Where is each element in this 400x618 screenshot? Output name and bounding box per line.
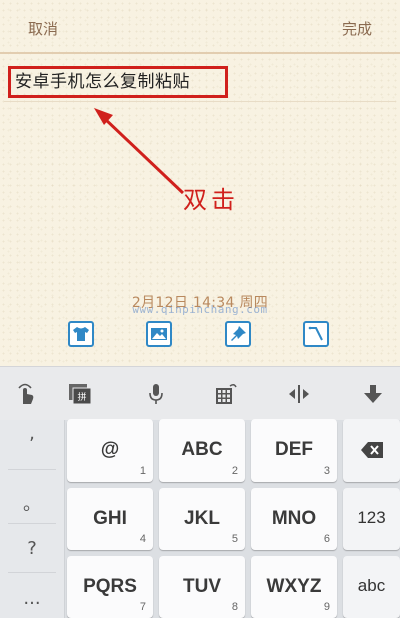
svg-text:拼: 拼 — [77, 391, 86, 403]
pushpin-icon — [231, 326, 246, 341]
numbers-key[interactable]: 123 — [343, 488, 400, 550]
punct-divider — [8, 469, 56, 470]
punctuation-column: , 。 ? ... — [0, 420, 65, 618]
watermark: www.qinpinchang.com — [132, 303, 268, 316]
key-5[interactable]: JKL 5 — [159, 488, 245, 550]
voice-input-button[interactable] — [142, 380, 170, 408]
key-label: JKL — [184, 508, 220, 529]
key-9[interactable]: WXYZ 9 — [251, 556, 337, 618]
gesture-button[interactable] — [12, 380, 40, 408]
punct-period-key[interactable]: 。 — [0, 490, 64, 516]
arrow-shaft — [102, 116, 185, 195]
punct-comma-key[interactable]: , — [0, 423, 64, 444]
key-label: abc — [357, 576, 386, 595]
shirt-icon — [73, 327, 89, 341]
key-2[interactable]: ABC 2 — [159, 419, 245, 482]
numpad-switch-icon — [216, 383, 237, 404]
microphone-icon — [149, 384, 163, 404]
hide-keyboard-button[interactable] — [359, 380, 387, 408]
punct-divider — [8, 523, 56, 524]
pinyin-button[interactable]: 拼 — [66, 380, 94, 408]
key-label: 123 — [357, 508, 386, 527]
key-3[interactable]: DEF 3 — [251, 419, 337, 482]
key-1[interactable]: @ 1 — [67, 419, 153, 482]
key-digit: 6 — [323, 533, 330, 545]
pinyin-icon: 拼 — [69, 384, 92, 405]
key-7[interactable]: PQRS 7 — [67, 556, 153, 618]
key-digit: 1 — [139, 465, 146, 477]
key-digit: 2 — [231, 465, 238, 477]
cursor-move-button[interactable] — [285, 380, 313, 408]
hide-keyboard-icon — [364, 385, 382, 403]
backspace-icon — [361, 442, 383, 458]
key-label: @ — [100, 439, 120, 460]
theme-button[interactable] — [68, 321, 94, 347]
key-6[interactable]: MNO 6 — [251, 488, 337, 550]
reminder-button[interactable] — [303, 321, 329, 347]
punct-divider — [8, 572, 56, 573]
key-digit: 4 — [139, 533, 146, 545]
key-label: WXYZ — [266, 576, 322, 597]
key-digit: 8 — [231, 601, 238, 613]
key-label: MNO — [271, 508, 317, 529]
key-label: ABC — [181, 439, 223, 460]
insert-image-button[interactable] — [146, 321, 172, 347]
key-digit: 5 — [231, 533, 238, 545]
key-label: TUV — [183, 576, 221, 597]
key-digit: 9 — [323, 601, 330, 613]
punct-ellipsis-key[interactable]: ... — [0, 588, 64, 609]
key-4[interactable]: GHI 4 — [67, 488, 153, 550]
annotation-label: 双击 — [183, 186, 239, 214]
key-digit: 3 — [323, 465, 330, 477]
image-icon — [151, 328, 167, 340]
english-key[interactable]: abc — [343, 556, 400, 618]
keyboard-switch-button[interactable] — [212, 380, 240, 408]
key-8[interactable]: TUV 8 — [159, 556, 245, 618]
key-label: GHI — [93, 508, 127, 529]
cursor-move-icon — [289, 385, 309, 403]
key-label: DEF — [275, 439, 313, 460]
key-label: PQRS — [83, 576, 137, 597]
keyboard-toolbar — [0, 366, 400, 421]
key-digit: 7 — [139, 601, 146, 613]
punct-question-key[interactable]: ? — [0, 538, 64, 559]
pin-button[interactable] — [225, 321, 251, 347]
backspace-key[interactable] — [343, 419, 400, 482]
gesture-hand-icon — [18, 383, 34, 404]
note-editor: 取消 完成 安卓手机怎么复制粘贴 双击 2月12日 14:34 周四 www.q… — [0, 0, 400, 366]
clock-icon — [308, 326, 323, 341]
